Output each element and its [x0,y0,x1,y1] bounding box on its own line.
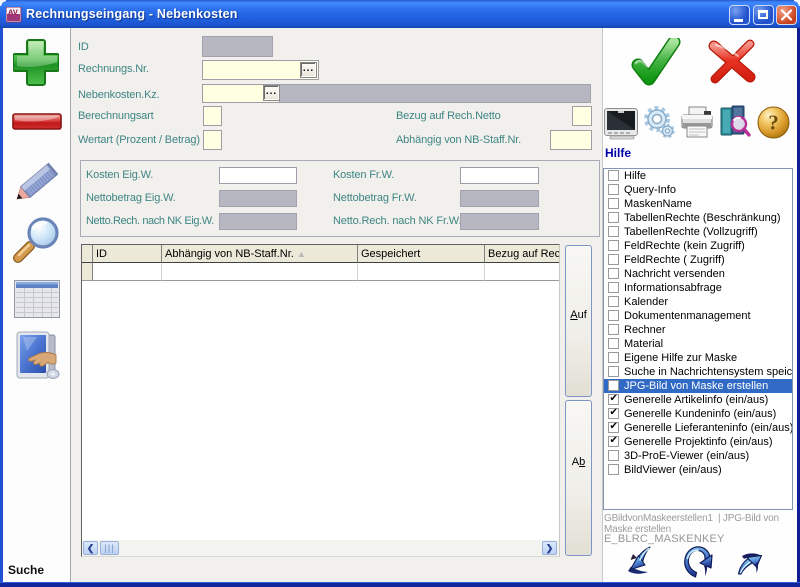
svg-text:AV: AV [8,8,18,17]
svg-text:?: ? [768,111,779,135]
